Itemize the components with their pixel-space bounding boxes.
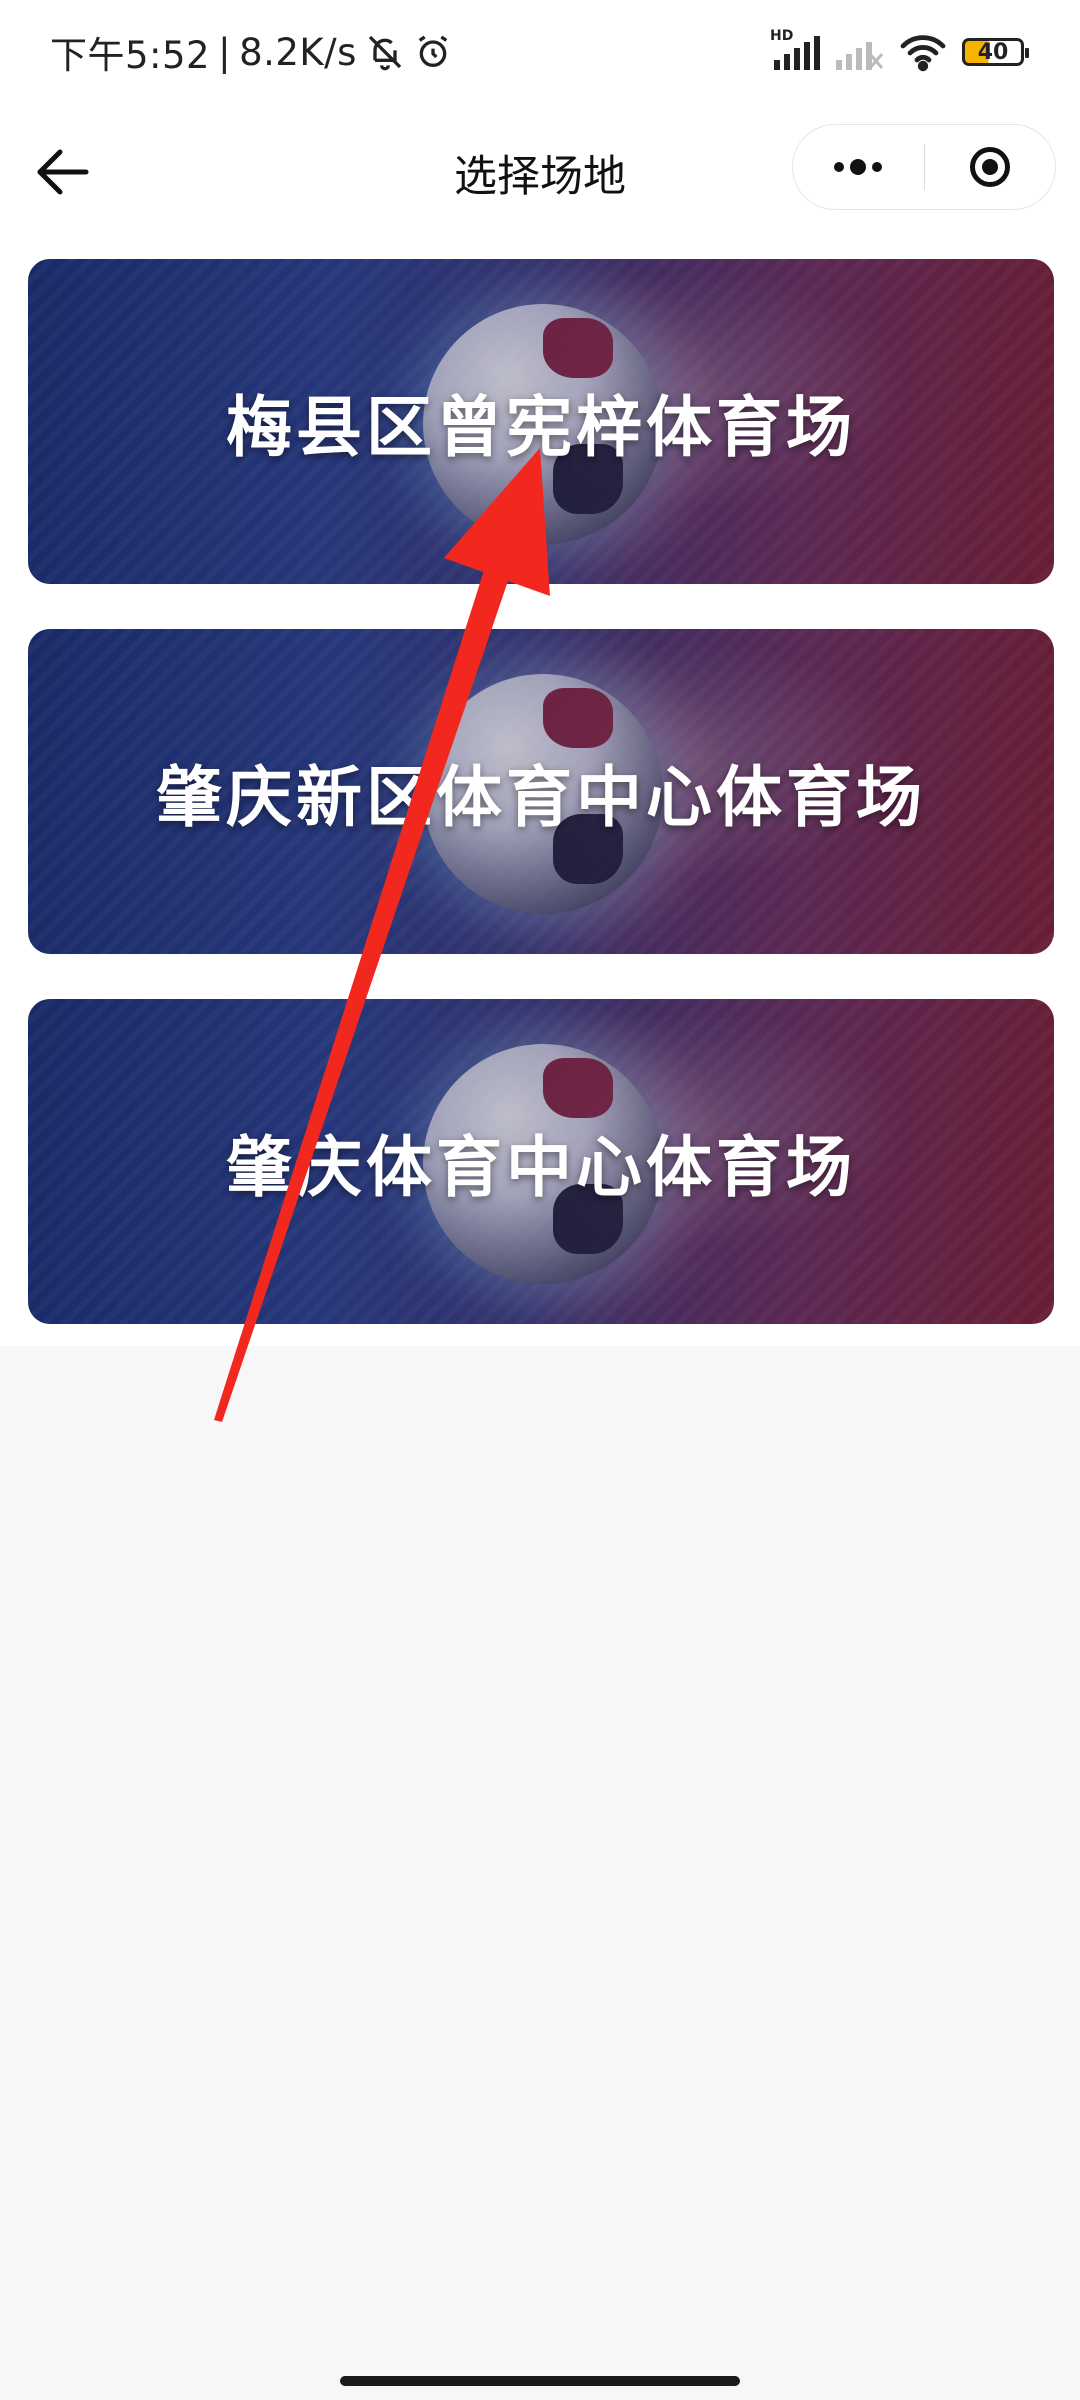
alarm-icon [418,35,448,67]
venue-name: 梅县区曾宪梓体育场 [226,388,856,466]
venue-card[interactable]: 肇庆体育中心体育场 [28,999,1054,1324]
status-bar: 下午5:52 | 8.2K/s HD 40 [0,0,1080,104]
battery-level: 40 [977,39,1009,65]
more-button[interactable] [793,125,924,209]
close-mini-program-button[interactable] [925,125,1056,209]
signal-no-sim-icon [836,42,884,70]
mini-program-capsule [792,124,1056,210]
home-indicator [340,2376,740,2386]
nav-bar: 选择场地 [0,120,1080,224]
wifi-icon [900,35,946,72]
target-circle-icon [969,147,1010,187]
status-time: 下午5:52 [50,34,211,77]
venue-list: 梅县区曾宪梓体育场 肇庆新区体育中心体育场 肇庆体育中心体育场 [28,259,1054,1369]
venue-card[interactable]: 肇庆新区体育中心体育场 [28,629,1054,954]
venue-card[interactable]: 梅县区曾宪梓体育场 [28,259,1054,584]
venue-name: 肇庆新区体育中心体育场 [156,758,926,836]
status-left: 下午5:52 | 8.2K/s [50,26,453,78]
status-separator: | [218,30,232,74]
status-net-speed: 8.2K/s [239,30,357,74]
venue-name: 肇庆体育中心体育场 [226,1128,856,1206]
bell-off-icon [368,35,402,71]
more-dots-icon [834,159,883,175]
status-right: HD 40 [770,26,1029,78]
signal-hd-icon: HD [770,28,820,72]
battery-icon: 40 [962,38,1029,66]
